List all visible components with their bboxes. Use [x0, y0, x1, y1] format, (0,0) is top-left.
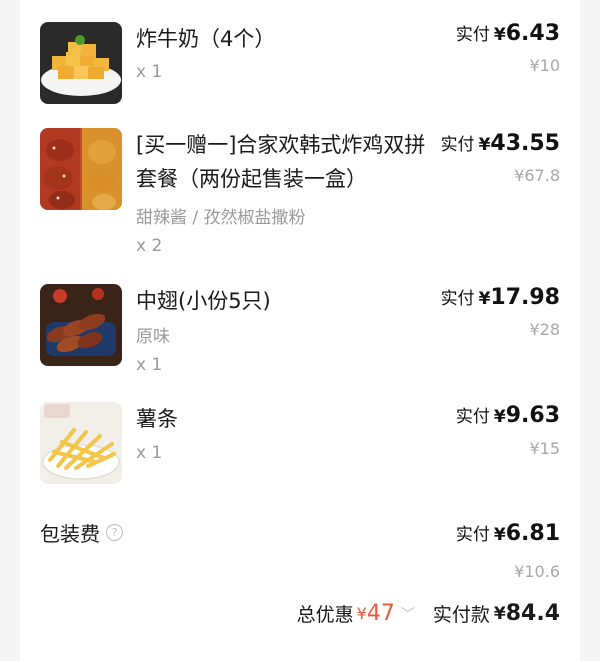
paid-amount: 9.63 — [505, 403, 560, 428]
paid-label: 实付 — [455, 25, 490, 45]
currency-symbol: ¥ — [493, 25, 506, 45]
total-discount-amount: 47 — [366, 601, 395, 626]
paid-amount: 6.81 — [505, 521, 560, 546]
item-quantity: x 1 — [136, 62, 163, 82]
packaging-fee-label: 包装费 ? — [40, 518, 123, 547]
item-paid-price: 实付 ¥9.63 — [456, 402, 560, 428]
item-original-price: ¥10 — [529, 56, 560, 75]
paid-label: 实付 — [455, 525, 490, 545]
paid-label: 实付 — [440, 289, 475, 309]
item-name: 薯条 — [136, 407, 178, 431]
chicken-wings-icon — [40, 284, 122, 366]
paid-label: 实付 — [440, 135, 475, 155]
amount-paid-currency: ¥ — [493, 603, 506, 624]
packaging-original-price: ¥10.6 — [514, 562, 560, 581]
currency-symbol: ¥ — [478, 135, 491, 155]
total-discount-label: 总优惠 — [296, 604, 354, 626]
currency-symbol: ¥ — [493, 525, 506, 545]
item-spec: 甜辣酱 / 孜然椒盐撒粉 — [136, 208, 306, 228]
paid-amount: 43.55 — [490, 131, 560, 156]
item-original-price: ¥28 — [529, 320, 560, 339]
currency-symbol: ¥ — [493, 407, 506, 427]
item-paid-price: 实付 ¥17.98 — [441, 284, 560, 310]
chevron-down-icon[interactable]: ﹀ — [401, 604, 415, 624]
fried-chicken-icon — [40, 128, 122, 210]
item-spec: 原味 — [136, 327, 170, 347]
item-quantity: x 1 — [136, 355, 163, 375]
french-fries-icon — [40, 402, 122, 484]
packaging-paid-price: 实付 ¥6.81 — [456, 520, 560, 546]
amount-paid-label: 实付款 — [432, 604, 490, 626]
item-name: 炸牛奶（4个） — [136, 27, 276, 51]
item-original-price: ¥67.8 — [514, 166, 560, 185]
discount-currency: ¥ — [356, 604, 367, 623]
item-quantity: x 1 — [136, 443, 163, 463]
currency-symbol: ¥ — [478, 289, 491, 309]
item-paid-price: 实付 ¥43.55 — [441, 130, 560, 156]
order-summary: 总优惠 ¥ 47 ﹀ 实付款 ¥ 84.4 — [297, 600, 560, 627]
paid-amount: 17.98 — [490, 285, 560, 310]
packaging-fee-text: 包装费 — [40, 522, 100, 546]
item-quantity: x 2 — [136, 236, 163, 256]
item-paid-price: 实付 ¥6.43 — [456, 20, 560, 46]
item-name: 中翅(小份5只) — [136, 289, 271, 313]
paid-label: 实付 — [455, 407, 490, 427]
item-original-price: ¥15 — [529, 439, 560, 458]
amount-paid-value: 84.4 — [505, 601, 560, 626]
fried-milk-icon — [40, 22, 122, 104]
paid-amount: 6.43 — [505, 21, 560, 46]
item-name: [买一赠一]合家欢韩式炸鸡双拼套餐（两份起售装一盒） — [136, 133, 426, 191]
question-circle-icon[interactable]: ? — [106, 524, 123, 541]
order-items-card: 炸牛奶（4个） x 1 实付 ¥6.43 ¥10 [买一赠一]合家欢韩式炸鸡双拼… — [20, 0, 580, 661]
